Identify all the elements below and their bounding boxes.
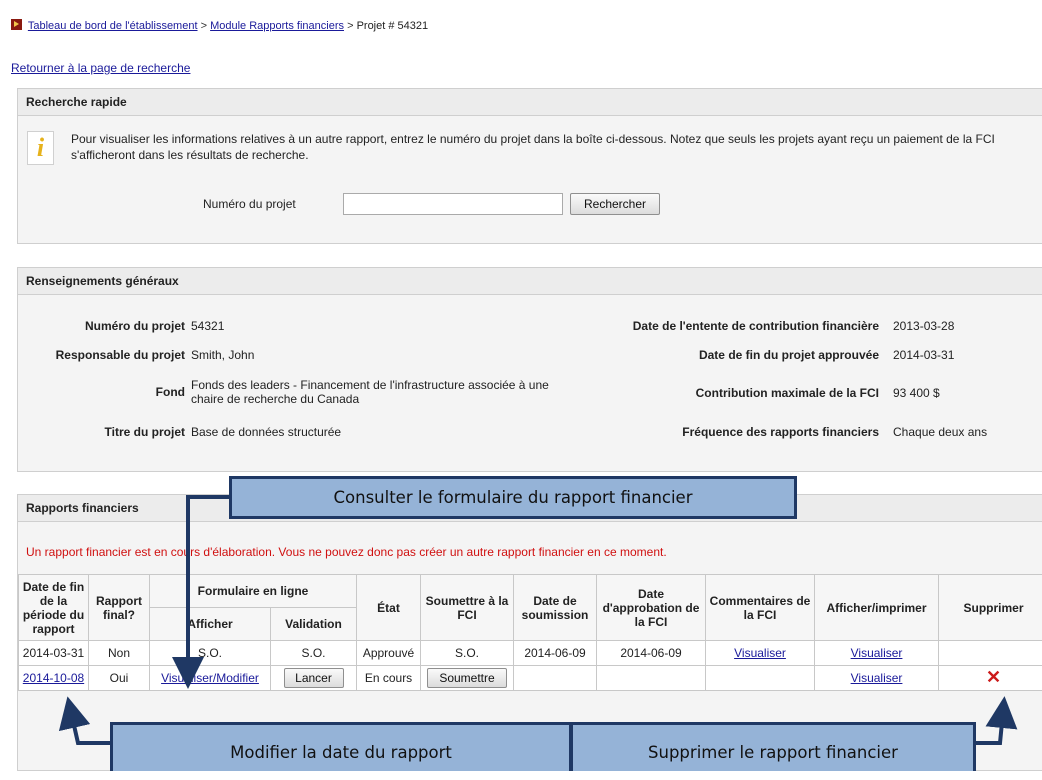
cell-approval-date xyxy=(597,666,706,691)
callout-edit-date: Modifier la date du rapport xyxy=(110,722,572,771)
callout-view-form: Consulter le formulaire du rapport finan… xyxy=(229,476,797,519)
cell-end-date: 2014-03-31 xyxy=(19,641,89,666)
col-final-report: Rapport final? xyxy=(89,575,150,641)
project-number-input[interactable] xyxy=(343,193,563,215)
breadcrumb-separator: > xyxy=(201,20,207,32)
project-number-label: Numéro du projet xyxy=(203,197,296,211)
breadcrumb-current: Projet # 54321 xyxy=(357,20,429,32)
cell-status: En cours xyxy=(357,666,421,691)
back-to-search-link[interactable]: Retourner à la page de recherche xyxy=(11,61,190,75)
breadcrumb-link-dashboard[interactable]: Tableau de bord de l'établissement xyxy=(28,20,198,32)
cell-validation: S.O. xyxy=(271,641,357,666)
cell-print: Visualiser xyxy=(815,641,939,666)
breadcrumb: Tableau de bord de l'établissement > Mod… xyxy=(11,19,428,32)
quick-search-title: Recherche rapide xyxy=(18,89,1042,116)
col-online-form: Formulaire en ligne xyxy=(150,575,357,608)
col-status: État xyxy=(357,575,421,641)
general-info-panel: Renseignements généraux Numéro du projet… xyxy=(17,267,1042,472)
col-end-date: Date de fin de la période du rapport xyxy=(19,575,89,641)
cell-status: Approuvé xyxy=(357,641,421,666)
cell-delete: ✕ xyxy=(939,666,1042,691)
project-end-date-label: Date de fin du projet approuvée xyxy=(699,348,879,363)
cell-view: Visualiser/Modifier xyxy=(150,666,271,691)
table-row: 2014-03-31 Non S.O. S.O. Approuvé S.O. 2… xyxy=(19,641,1042,666)
cell-print: Visualiser xyxy=(815,666,939,691)
breadcrumb-separator: > xyxy=(347,20,353,32)
project-number-value: 54321 xyxy=(191,319,224,334)
general-info-title: Renseignements généraux xyxy=(18,268,1042,295)
breadcrumb-link-financial-module[interactable]: Module Rapports financiers xyxy=(210,20,344,32)
cell-submission-date xyxy=(514,666,597,691)
callout-delete-report: Supprimer le rapport financier xyxy=(570,722,976,771)
report-frequency-label: Fréquence des rapports financiers xyxy=(682,425,879,440)
info-icon: i xyxy=(27,131,54,165)
project-end-date-value: 2014-03-31 xyxy=(893,348,954,363)
launch-validation-button[interactable]: Lancer xyxy=(284,668,344,688)
col-view: Afficher xyxy=(150,608,271,641)
report-frequency-value: Chaque deux ans xyxy=(893,425,987,440)
col-approval-date: Date d'approbation de la FCI xyxy=(597,575,706,641)
max-contribution-label: Contribution maximale de la FCI xyxy=(696,386,879,401)
col-delete: Supprimer xyxy=(939,575,1042,641)
quick-search-message: Pour visualiser les informations relativ… xyxy=(71,131,1041,163)
col-print: Afficher/imprimer xyxy=(815,575,939,641)
col-validation: Validation xyxy=(271,608,357,641)
fund-value: Fonds des leaders - Financement de l'inf… xyxy=(191,378,551,406)
quick-search-panel: Recherche rapide i Pour visualiser les i… xyxy=(17,88,1042,244)
submit-button[interactable]: Soumettre xyxy=(427,668,507,688)
cell-approval-date: 2014-06-09 xyxy=(597,641,706,666)
max-contribution-value: 93 400 $ xyxy=(893,386,940,401)
in-progress-warning: Un rapport financier est en cours d'élab… xyxy=(26,545,667,559)
print-view-link[interactable]: Visualiser xyxy=(851,646,903,660)
financial-reports-table: Date de fin de la période du rapport Rap… xyxy=(18,574,1042,691)
cell-final: Oui xyxy=(89,666,150,691)
print-view-link[interactable]: Visualiser xyxy=(851,671,903,685)
cell-view: S.O. xyxy=(150,641,271,666)
col-submission-date: Date de soumission xyxy=(514,575,597,641)
cell-final: Non xyxy=(89,641,150,666)
breadcrumb-arrow-icon xyxy=(11,19,22,30)
search-button[interactable]: Rechercher xyxy=(570,193,660,215)
edit-end-date-link[interactable]: 2014-10-08 xyxy=(23,671,84,685)
cell-comments xyxy=(706,666,815,691)
comments-view-link[interactable]: Visualiser xyxy=(734,646,786,660)
project-title-value: Base de données structurée xyxy=(191,425,341,440)
cell-submit: Soumettre xyxy=(421,666,514,691)
cell-delete xyxy=(939,641,1042,666)
table-row: 2014-10-08 Oui Visualiser/Modifier Lance… xyxy=(19,666,1042,691)
delete-x-icon[interactable]: ✕ xyxy=(986,667,1001,687)
col-submit: Soumettre à la FCI xyxy=(421,575,514,641)
cell-submission-date: 2014-06-09 xyxy=(514,641,597,666)
agreement-date-value: 2013-03-28 xyxy=(893,319,954,334)
col-comments: Commentaires de la FCI xyxy=(706,575,815,641)
cell-end-date: 2014-10-08 xyxy=(19,666,89,691)
cell-comments: Visualiser xyxy=(706,641,815,666)
view-edit-form-link[interactable]: Visualiser/Modifier xyxy=(161,671,259,685)
project-lead-value: Smith, John xyxy=(191,348,254,363)
project-number-field-label: Numéro du projet xyxy=(85,319,185,334)
project-title-label: Titre du projet xyxy=(105,425,185,440)
cell-submit: S.O. xyxy=(421,641,514,666)
agreement-date-label: Date de l'entente de contribution financ… xyxy=(633,319,879,334)
fund-label: Fond xyxy=(156,385,185,400)
cell-validation: Lancer xyxy=(271,666,357,691)
project-lead-label: Responsable du projet xyxy=(56,348,185,363)
